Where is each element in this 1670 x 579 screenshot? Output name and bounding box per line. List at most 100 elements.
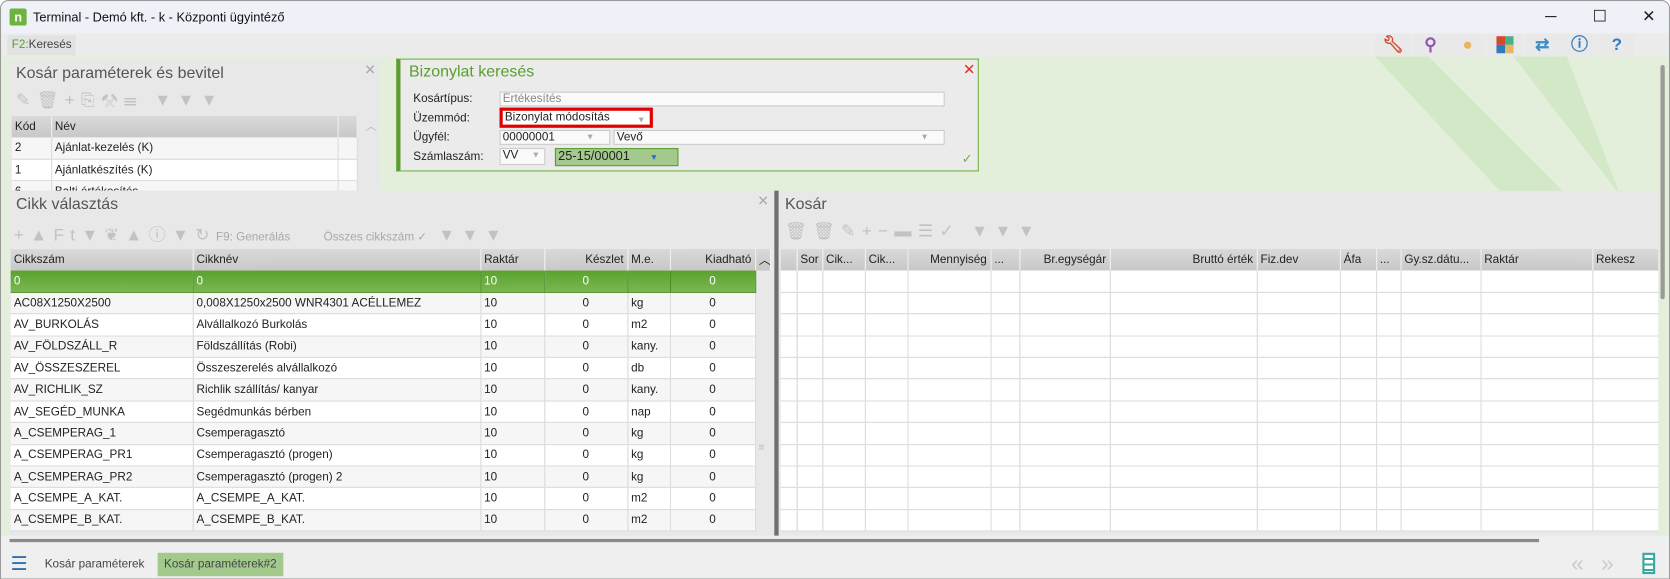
search-tab[interactable]: F2:Keresés: [7, 35, 76, 56]
add-filter-icon[interactable]: ▼: [201, 92, 224, 110]
confirm-check-icon[interactable]: ✓: [962, 151, 973, 166]
column-header[interactable]: Cikkszám: [10, 249, 194, 271]
table-row[interactable]: A_CSEMPE_A_KAT. A_CSEMPE_A_KAT. 10 0 m2 0: [10, 487, 771, 510]
column-header[interactable]: Raktár: [480, 249, 545, 271]
bottom-tab-active[interactable]: Kosár paraméterek#2: [157, 552, 284, 577]
clear-filter-icon[interactable]: ▼: [177, 92, 200, 110]
table-row[interactable]: 6Balti értékesítés: [11, 180, 358, 191]
edit-icon[interactable]: ✎: [16, 92, 37, 110]
column-header[interactable]: Kiadható: [669, 249, 756, 271]
filter-icon[interactable]: ▼: [172, 227, 195, 245]
table-row[interactable]: AV_BURKOLÁS Alvállalkozó Burkolás 10 0 m2 0: [10, 313, 771, 337]
all-items-toggle[interactable]: Összes cikkszám ✓: [324, 231, 428, 244]
panel-list-icon[interactable]: [1642, 552, 1656, 575]
close-icon[interactable]: ✕: [757, 193, 769, 210]
invoice-number-field[interactable]: 25-15/00001 ▼: [554, 148, 679, 167]
search-icon[interactable]: ⚲: [1412, 34, 1449, 57]
column-header[interactable]: Raktár: [1480, 249, 1593, 271]
wrench-icon[interactable]: 🔧︎: [1375, 34, 1412, 57]
edit-icon[interactable]: ✎: [841, 223, 862, 241]
filter-icon[interactable]: ▼: [154, 92, 177, 110]
filter-icon[interactable]: ▼: [438, 227, 461, 245]
table-row[interactable]: A_CSEMPERAG_1 Csemperagasztó 10 0 kg 0: [10, 422, 771, 445]
column-header[interactable]: ...: [1376, 249, 1402, 271]
customer-code-field[interactable]: 00000001 ▼: [499, 129, 611, 145]
comment-icon[interactable]: ▬: [894, 223, 917, 241]
column-header[interactable]: Rekesz: [1592, 249, 1659, 271]
customer-name-field[interactable]: Vevő ▼: [613, 129, 945, 145]
up-icon[interactable]: ▲: [125, 227, 148, 245]
list-icon[interactable]: ☰: [918, 223, 940, 241]
close-button[interactable]: ✕: [1633, 5, 1665, 28]
up-icon[interactable]: ▲: [30, 227, 53, 245]
clear-filter-icon[interactable]: ▼: [995, 223, 1018, 241]
scroll-up-icon[interactable]: ︿: [755, 249, 771, 271]
help-icon[interactable]: ?: [1598, 34, 1635, 57]
column-header[interactable]: Cik...: [822, 249, 866, 271]
copy-icon[interactable]: ⎘: [81, 92, 101, 110]
tools-icon[interactable]: ⚒: [101, 92, 124, 110]
check-icon[interactable]: ✓: [939, 223, 960, 241]
delete-icon[interactable]: 🗑︎: [37, 92, 65, 110]
invoice-prefix-select[interactable]: VV ▼: [499, 148, 546, 166]
table-cell[interactable]: 0: [669, 270, 756, 293]
remove-icon[interactable]: −: [878, 223, 894, 241]
table-cell[interactable]: [627, 270, 671, 293]
filter-icon[interactable]: ▼: [971, 223, 994, 241]
close-icon[interactable]: ✕: [364, 62, 376, 79]
next-icon[interactable]: »: [1601, 550, 1614, 578]
column-header[interactable]: Készlet: [544, 249, 628, 271]
user-icon[interactable]: ●: [1449, 34, 1486, 57]
info-icon[interactable]: ⓘ: [1561, 34, 1598, 57]
column-header[interactable]: Cik...: [864, 249, 908, 271]
horizontal-scrollbar[interactable]: [9, 538, 1540, 543]
column-header[interactable]: Kód: [11, 116, 52, 138]
price-icon[interactable]: Ft: [53, 227, 81, 245]
tiles-icon[interactable]: [1486, 34, 1524, 57]
column-header[interactable]: Sor: [796, 249, 823, 271]
column-header[interactable]: Gy.sz.dátu...: [1400, 249, 1482, 271]
column-header[interactable]: Br.egységár: [1019, 249, 1111, 271]
add-filter-icon[interactable]: ▼: [1018, 223, 1041, 241]
table-cell[interactable]: 10: [480, 270, 545, 293]
close-icon[interactable]: ✕: [963, 61, 975, 79]
column-header[interactable]: ...: [990, 249, 1020, 271]
table-cell[interactable]: 0: [192, 270, 481, 293]
table-row[interactable]: AV_SEGÉD_MUNKA Segédmunkás bérben 10 0 nap 0: [10, 400, 771, 424]
generate-button[interactable]: F9: Generálás: [216, 231, 290, 244]
mode-select[interactable]: Bizonylat módosítás ▼: [499, 107, 653, 128]
table-row[interactable]: 2 Ajánlat-kezelés (K): [11, 137, 358, 160]
info-icon[interactable]: ⓘ: [149, 227, 172, 245]
column-header[interactable]: Fiz.dev: [1256, 249, 1341, 271]
column-header[interactable]: M.e.: [627, 249, 671, 271]
maximize-button[interactable]: ☐: [1584, 5, 1616, 28]
column-header[interactable]: Áfa: [1339, 249, 1377, 271]
table-row[interactable]: AV_FÖLDSZÁLL_R Földszállítás (Robi) 10 0 kan…: [10, 335, 771, 358]
bundle-icon[interactable]: ❦: [105, 227, 126, 245]
table-row[interactable]: A_CSEMPE_B_KAT. A_CSEMPE_B_KAT. 10 0 m2 0: [10, 509, 771, 532]
list-icon[interactable]: ☰: [124, 92, 143, 110]
splitter-handle[interactable]: ≡: [758, 442, 764, 454]
column-header[interactable]: Név: [51, 116, 339, 138]
add-filter-icon[interactable]: ▼: [485, 227, 508, 245]
menu-icon[interactable]: ☰: [11, 554, 28, 573]
table-row[interactable]: A_CSEMPERAG_PR2 Csemperagasztó (progen) 2…: [10, 465, 771, 489]
add-icon[interactable]: +: [14, 227, 30, 245]
table-row[interactable]: 0 0 10 0 0: [10, 270, 771, 293]
delete-all-icon[interactable]: 🗑︎: [813, 223, 841, 241]
previous-icon[interactable]: «: [1571, 550, 1584, 578]
bottom-tab[interactable]: Kosár paraméterek: [38, 553, 150, 576]
column-header[interactable]: [780, 249, 798, 271]
refresh-icon[interactable]: ↻: [195, 227, 216, 245]
add-icon[interactable]: +: [65, 92, 81, 110]
delete-icon[interactable]: 🗑︎: [785, 223, 813, 241]
table-row[interactable]: 1 Ajánlatkészítés (K): [11, 159, 358, 182]
table-row[interactable]: A_CSEMPERAG_PR1 Csemperagasztó (progen) 10…: [10, 444, 771, 467]
vertical-scrollbar[interactable]: [1660, 64, 1665, 300]
add-icon[interactable]: +: [862, 223, 878, 241]
swap-arrows-icon[interactable]: ⇄: [1524, 34, 1561, 57]
column-header[interactable]: Bruttó érték: [1109, 249, 1258, 271]
table-cell[interactable]: 0: [544, 270, 628, 293]
minimize-button[interactable]: ─: [1535, 5, 1567, 28]
table-cell[interactable]: 0: [10, 270, 194, 293]
